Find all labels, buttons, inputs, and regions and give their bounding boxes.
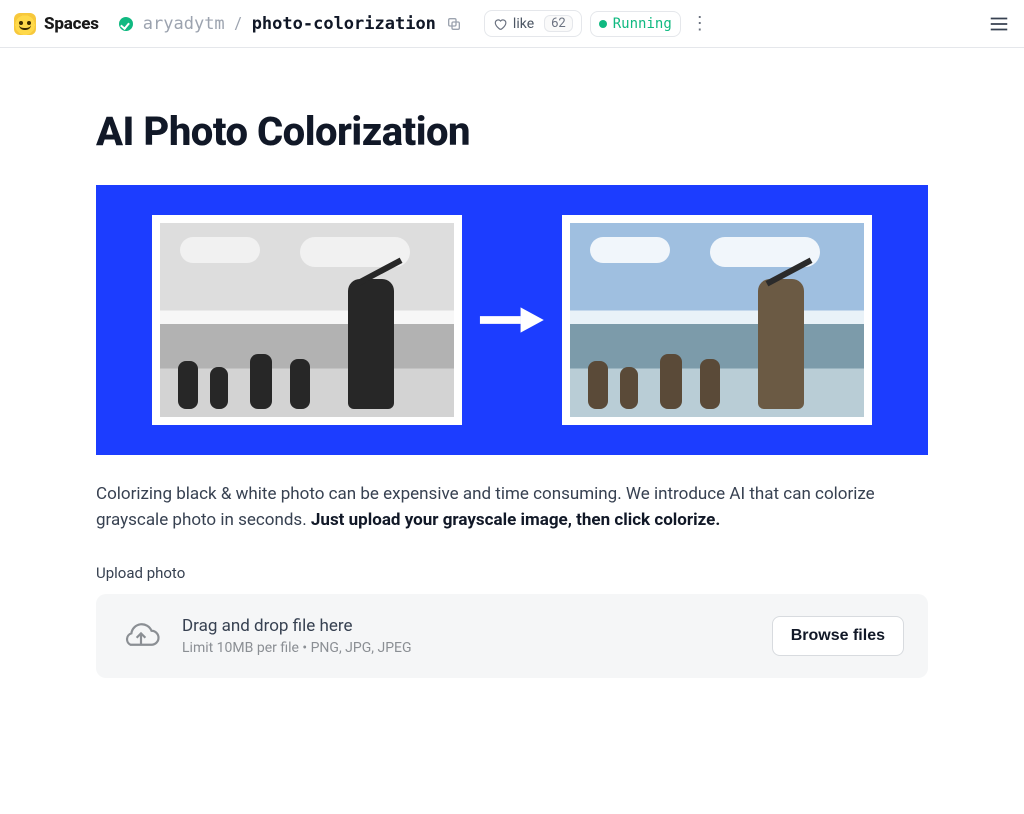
- description-bold: Just upload your grayscale image, then c…: [311, 510, 720, 530]
- status-pill[interactable]: Running: [590, 11, 681, 37]
- like-label: like: [513, 16, 534, 32]
- breadcrumb-separator: /: [233, 14, 244, 34]
- arrow-right-icon: [478, 305, 546, 335]
- example-image-before: [152, 215, 462, 425]
- more-menu-button[interactable]: ⋮: [689, 15, 711, 33]
- like-count: 62: [544, 15, 573, 32]
- hamburger-menu-icon[interactable]: [988, 13, 1010, 35]
- page-title: AI Photo Colorization: [96, 108, 928, 155]
- verified-icon: [119, 17, 133, 31]
- main-area: AI Photo Colorization Colorizing black: [0, 48, 1024, 678]
- example-image-after: [562, 215, 872, 425]
- dropzone-title: Drag and drop file here: [182, 616, 752, 636]
- brand-label[interactable]: Spaces: [44, 14, 99, 34]
- upload-dropzone[interactable]: Drag and drop file here Limit 10MB per f…: [96, 594, 928, 678]
- copy-icon[interactable]: [446, 16, 462, 32]
- dropzone-sub: Limit 10MB per file • PNG, JPG, JPEG: [182, 640, 752, 656]
- breadcrumb-owner[interactable]: aryadytm: [143, 14, 225, 34]
- upload-section-label: Upload photo: [96, 564, 928, 582]
- heart-icon: [493, 17, 507, 31]
- breadcrumb-space[interactable]: photo-colorization: [252, 14, 436, 34]
- browse-files-button[interactable]: Browse files: [772, 616, 904, 656]
- status-label: Running: [613, 16, 672, 32]
- page-description: Colorizing black & white photo can be ex…: [96, 481, 928, 534]
- header-bar: Spaces aryadytm / photo-colorization lik…: [0, 0, 1024, 48]
- hf-logo-icon[interactable]: [14, 13, 36, 35]
- status-dot-icon: [599, 20, 607, 28]
- like-button[interactable]: like 62: [484, 10, 582, 37]
- cloud-upload-icon: [120, 618, 162, 654]
- hero-banner: [96, 185, 928, 455]
